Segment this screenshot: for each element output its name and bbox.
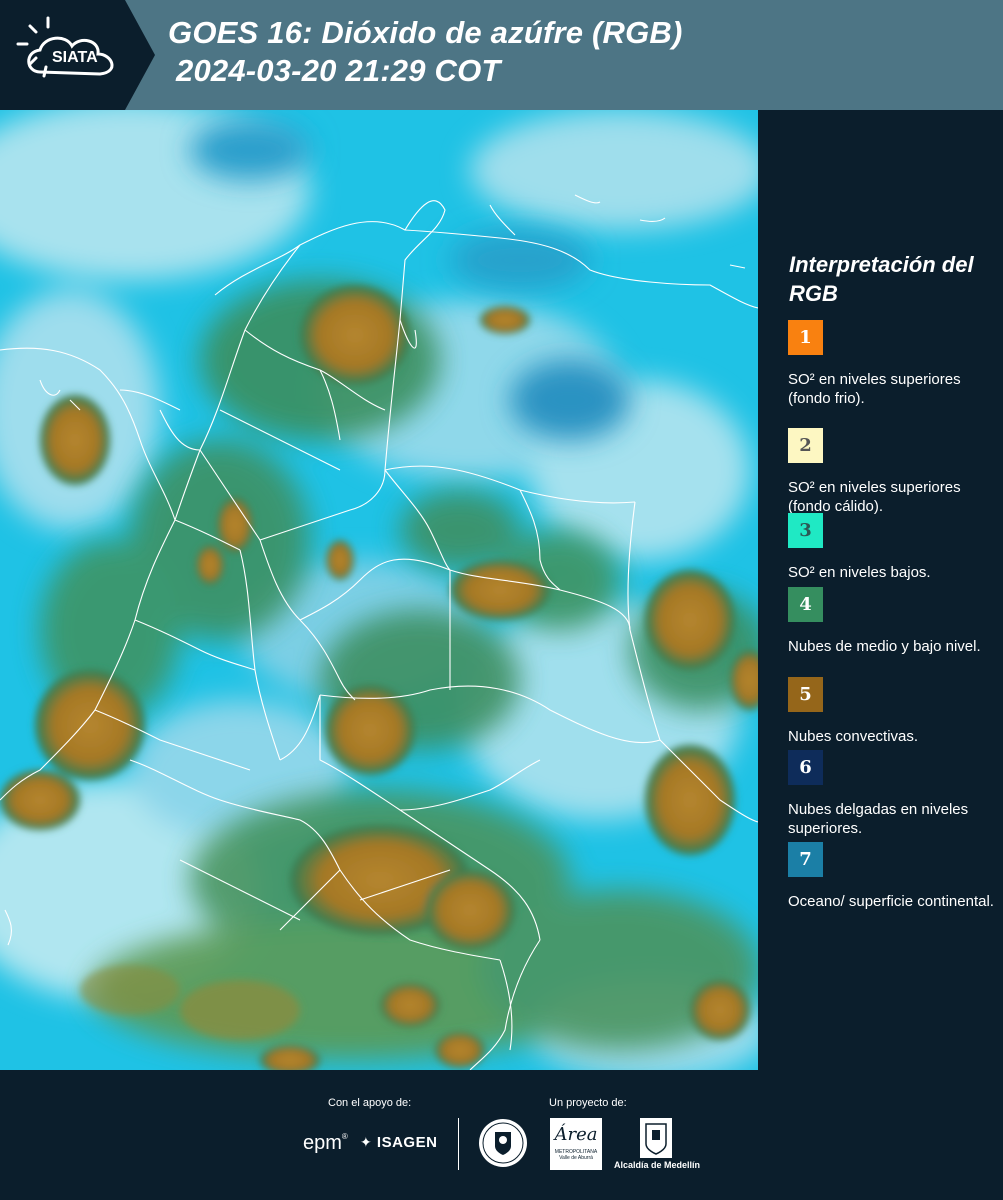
area-metropolitana-logo[interactable]: Área METROPOLITANA Valle de Aburrá	[550, 1118, 602, 1170]
legend-item-label: Nubes de medio y bajo nivel.	[788, 638, 981, 655]
support-label: Con el apoyo de:	[328, 1097, 412, 1109]
legend-item: 1 SO² en niveles superiores (fondo frio).	[788, 320, 1000, 408]
footer: Con el apoyo de: Un proyecto de: epm® ✦ …	[0, 1070, 1003, 1200]
legend-title: Interpretación del RGB	[789, 252, 974, 306]
legend-swatch: 7	[788, 842, 823, 877]
legend-item-label: SO² en niveles bajos.	[788, 564, 931, 581]
isagen-logo[interactable]: ✦ ISAGEN	[360, 1134, 437, 1151]
legend-item-label: Oceano/ superficie continental.	[788, 893, 994, 910]
footer-divider	[458, 1118, 459, 1170]
logo-text: SIATA	[52, 49, 98, 66]
legend-swatch: 2	[788, 428, 823, 463]
satellite-map[interactable]	[0, 110, 758, 1070]
isagen-icon: ✦	[360, 1134, 373, 1150]
area-logo-subtext2: Valle de Aburrá	[559, 1155, 593, 1161]
legend-swatch: 3	[788, 513, 823, 548]
project-label: Un proyecto de:	[549, 1097, 627, 1109]
medellin-seal[interactable]	[478, 1118, 528, 1168]
legend-item-label: Nubes convectivas.	[788, 728, 919, 745]
epm-logo[interactable]: epm®	[303, 1132, 348, 1155]
title-line1: GOES 16: Dióxido de azúfre (RGB)	[168, 15, 683, 50]
legend-panel: Interpretación del RGB 1 SO² en niveles s…	[760, 110, 1003, 1070]
legend-item: 5 Nubes convectivas.	[788, 677, 1000, 746]
legend-item: 2 SO² en niveles superiores (fondo cálido…	[788, 428, 1000, 516]
legend-item: 7 Oceano/ superficie continental.	[788, 842, 1000, 911]
legend-item: 6 Nubes delgadas en niveles superiores.	[788, 750, 1000, 838]
title-timestamp: 2024-03-20 21:29 COT	[176, 53, 501, 88]
shield-icon	[640, 1118, 672, 1158]
legend-item-label: Nubes delgadas en niveles superiores.	[788, 801, 969, 837]
page-title: GOES 16: Dióxido de azúfre (RGB) 2024-03…	[168, 14, 683, 90]
epm-logo-text: epm	[303, 1132, 342, 1154]
legend-swatch: 6	[788, 750, 823, 785]
legend-swatch: 1	[788, 320, 823, 355]
seal-icon	[479, 1119, 527, 1167]
header: SIATA GOES 16: Dióxido de azúfre (RGB) 2…	[0, 0, 1003, 110]
satellite-rgb-map	[0, 110, 758, 1070]
alcaldia-logo-text[interactable]: Alcaldía de Medellín	[614, 1160, 700, 1170]
legend-swatch: 4	[788, 587, 823, 622]
legend-swatch: 5	[788, 677, 823, 712]
legend-item-label: SO² en niveles superiores (fondo cálido)…	[788, 479, 961, 515]
siata-logo[interactable]: SIATA	[0, 0, 155, 110]
legend-item-label: SO² en niveles superiores (fondo frio).	[788, 371, 961, 407]
area-logo-text: Área	[554, 1124, 598, 1145]
isagen-logo-text: ISAGEN	[376, 1134, 438, 1151]
legend-item: 4 Nubes de medio y bajo nivel.	[788, 587, 1000, 656]
alcaldia-shield	[640, 1118, 672, 1158]
legend-item: 3 SO² en niveles bajos.	[788, 513, 1000, 582]
